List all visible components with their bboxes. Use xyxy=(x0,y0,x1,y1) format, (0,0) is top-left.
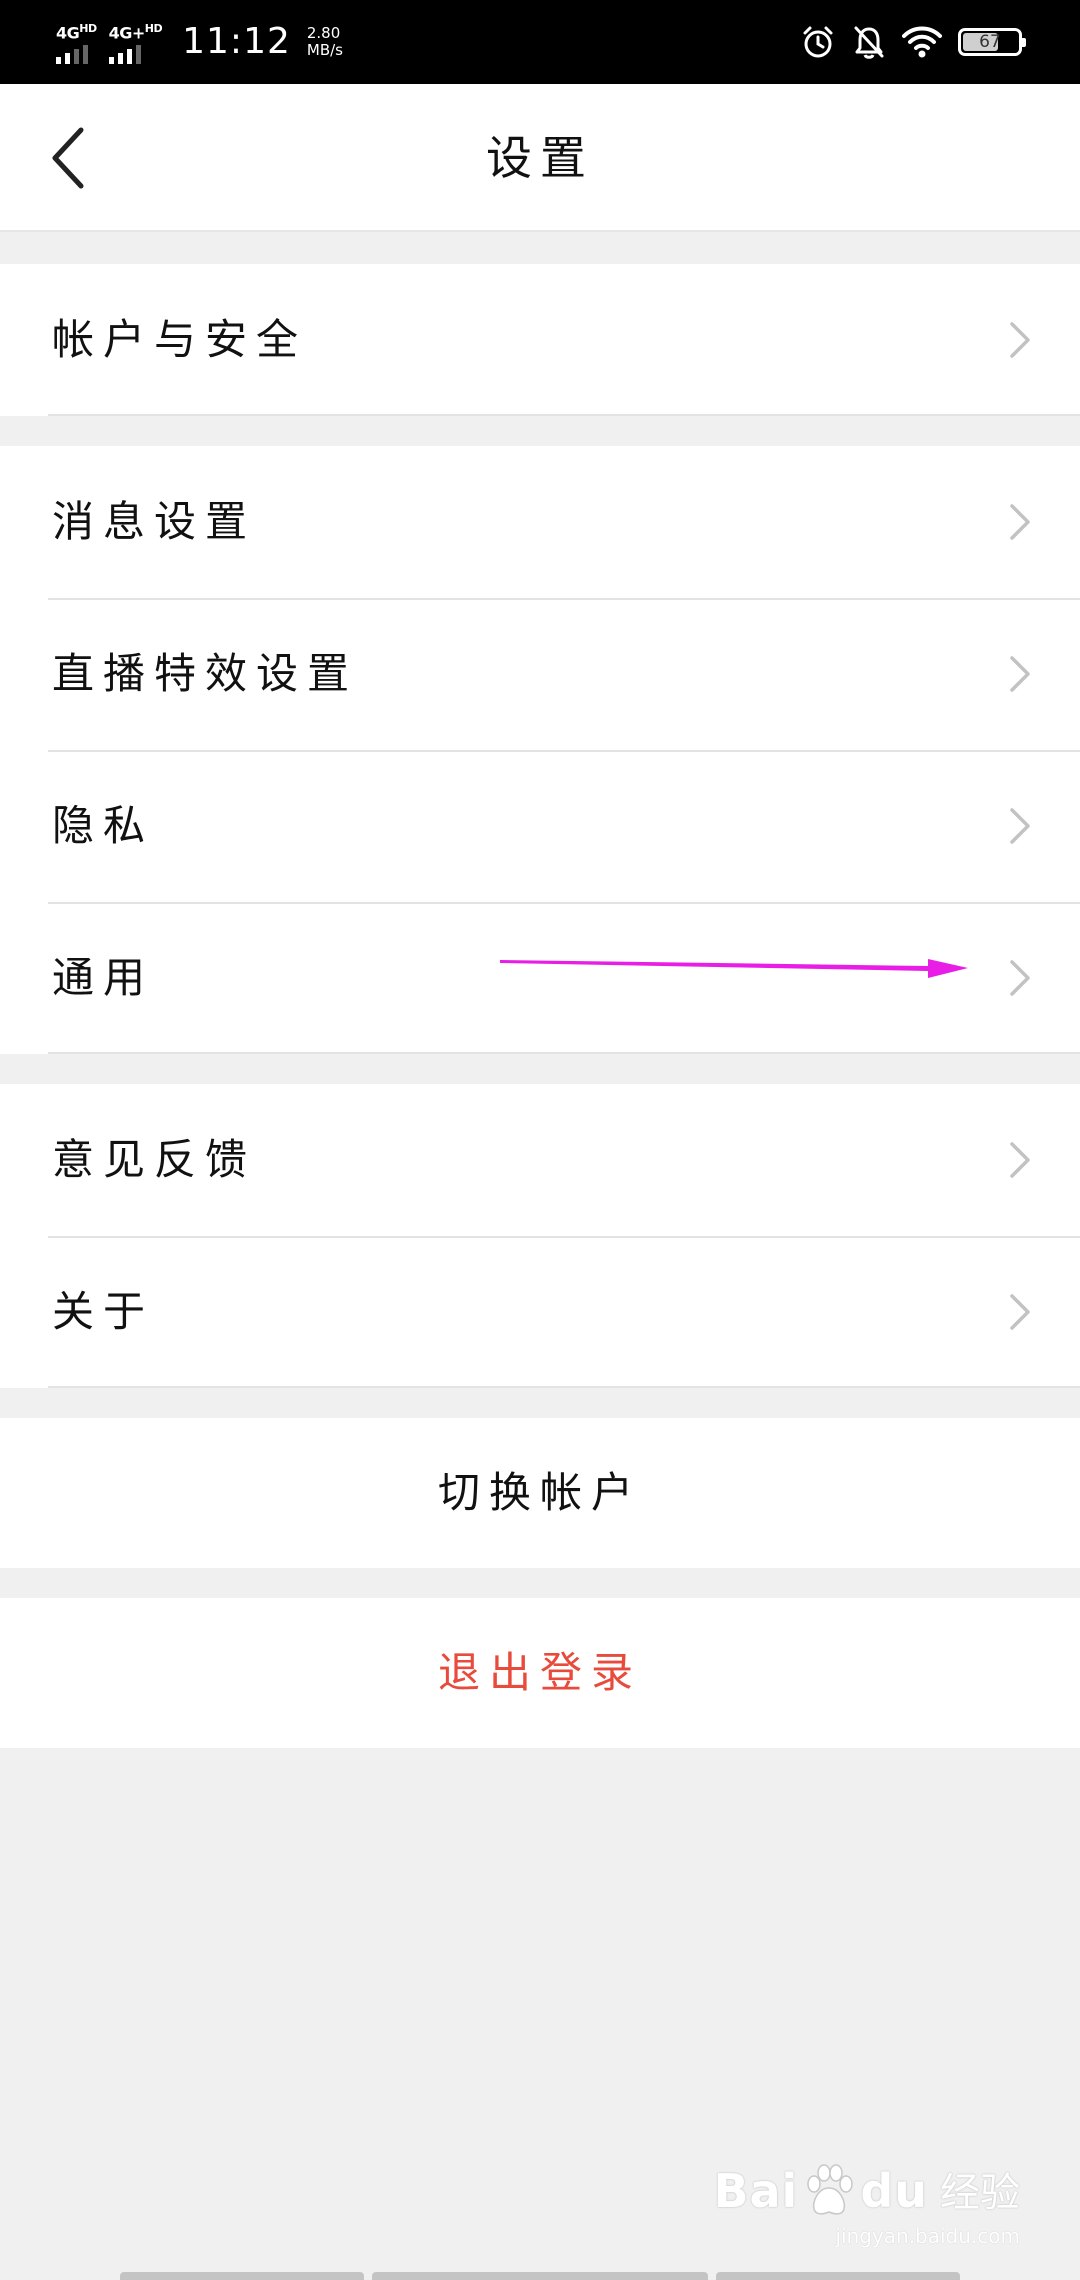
chevron-right-icon xyxy=(1010,322,1030,358)
logout-button[interactable]: 退出登录 xyxy=(0,1598,1080,1748)
settings-item-label: 帐户与安全 xyxy=(52,315,308,364)
chevron-right-icon xyxy=(1010,808,1030,844)
settings-group-support: 意见反馈 关于 xyxy=(0,1084,1080,1388)
nav-hint-bar xyxy=(120,2272,364,2280)
chevron-right-icon xyxy=(1010,656,1030,692)
settings-item-label: 直播特效设置 xyxy=(52,649,359,698)
chevron-right-icon xyxy=(1010,1142,1030,1178)
app-header: 设置 xyxy=(0,84,1080,232)
network-2-type: 4G+ xyxy=(108,23,146,43)
speed-value: 2.80 xyxy=(306,24,341,42)
settings-item-live-effects[interactable]: 直播特效设置 xyxy=(0,598,1080,750)
settings-item-account-security[interactable]: 帐户与安全 xyxy=(0,264,1080,416)
settings-group-account: 帐户与安全 xyxy=(0,264,1080,416)
settings-item-label: 通用 xyxy=(52,953,155,1002)
network-1-suffix: HD xyxy=(79,21,97,35)
settings-item-label: 意见反馈 xyxy=(52,1135,257,1184)
alarm-icon xyxy=(800,24,836,60)
nav-hint-bar xyxy=(716,2272,960,2280)
baidu-jingyan-watermark: Bai du 经验 jingyan.baidu.com xyxy=(713,2160,1020,2248)
settings-item-label: 关于 xyxy=(52,1287,155,1336)
settings-item-privacy[interactable]: 隐私 xyxy=(0,750,1080,902)
settings-item-about[interactable]: 关于 xyxy=(0,1236,1080,1388)
speed-unit: MB/s xyxy=(306,41,343,59)
divider xyxy=(48,1386,1080,1388)
divider xyxy=(48,1052,1080,1054)
watermark-url: jingyan.baidu.com xyxy=(835,2224,1020,2248)
settings-item-notifications[interactable]: 消息设置 xyxy=(0,446,1080,598)
bell-muted-icon xyxy=(852,24,886,60)
settings-item-label: 消息设置 xyxy=(52,497,257,546)
clock: 11:12 xyxy=(182,21,291,62)
battery-icon: 67 xyxy=(958,28,1026,56)
status-bar: 4GHD 4G+HD 11:12 2.80 MB/s 67 xyxy=(0,0,1080,84)
network-1-type: 4G xyxy=(56,23,80,43)
signal-bars-icon xyxy=(108,44,141,65)
signal-bars-icon xyxy=(56,44,88,65)
page-title: 设置 xyxy=(486,131,594,185)
status-left: 4GHD 4G+HD 11:12 2.80 MB/s xyxy=(56,14,343,70)
paw-icon xyxy=(807,2164,854,2215)
wifi-icon xyxy=(902,25,942,59)
network-indicator-2: 4G+HD xyxy=(108,20,163,65)
chevron-right-icon xyxy=(1010,504,1030,540)
battery-level: 67 xyxy=(979,32,1001,52)
nav-hint-bar xyxy=(372,2272,708,2280)
network-speed: 2.80 MB/s xyxy=(307,25,343,59)
switch-account-button[interactable]: 切换帐户 xyxy=(0,1418,1080,1568)
watermark-du: du xyxy=(860,2164,928,2218)
chevron-right-icon xyxy=(1010,960,1030,996)
watermark-brand-cn: 经验 xyxy=(940,2170,1020,2216)
status-right: 67 xyxy=(800,18,1026,66)
chevron-right-icon xyxy=(1010,1294,1030,1330)
annotation-arrow-icon xyxy=(500,959,968,978)
watermark-brand: Bai xyxy=(713,2164,799,2218)
settings-item-feedback[interactable]: 意见反馈 xyxy=(0,1084,1080,1236)
divider xyxy=(48,414,1080,416)
network-2-suffix: HD xyxy=(144,21,163,35)
settings-item-label: 隐私 xyxy=(52,801,155,850)
network-indicator-1: 4GHD xyxy=(56,20,97,65)
